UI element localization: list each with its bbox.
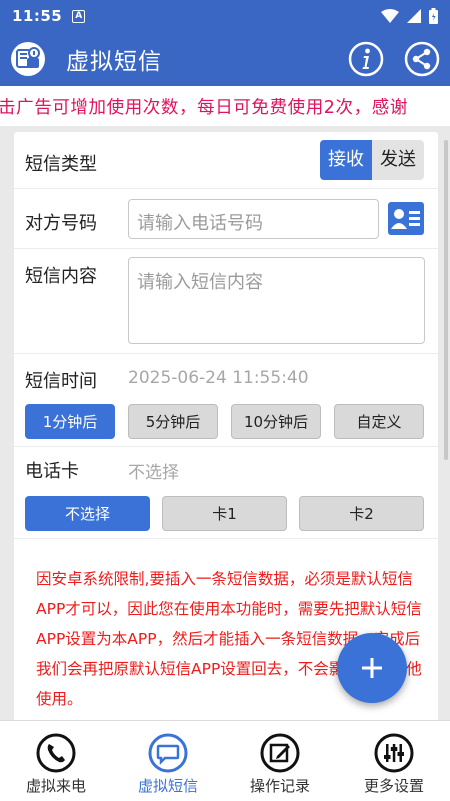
add-fab-button[interactable] — [337, 633, 407, 703]
nav-label: 虚拟短信 — [137, 777, 198, 795]
nav-label: 操作记录 — [249, 777, 310, 795]
bottom-navigation: 虚拟来电 虚拟短信 操作记录 更多设置 — [0, 720, 450, 801]
wifi-icon — [381, 9, 399, 23]
sim-option-card2[interactable]: 卡2 — [299, 496, 424, 531]
content-label: 短信内容 — [25, 266, 97, 287]
edit-icon — [260, 733, 300, 773]
info-icon[interactable] — [348, 41, 384, 77]
marquee-text: 击广告可增加使用次数，每日可免费使用2次，感谢 — [0, 98, 408, 118]
share-icon[interactable] — [404, 41, 440, 77]
sms-type-label: 短信类型 — [25, 154, 97, 175]
content-textarea[interactable]: 请输入短信内容 — [128, 257, 425, 344]
message-icon — [148, 733, 188, 773]
ad-marquee[interactable]: 击广告可增加使用次数，每日可免费使用2次，感谢 — [0, 86, 450, 126]
time-value[interactable]: 2025-06-24 11:55:40 — [128, 368, 309, 388]
sms-type-send-button[interactable]: 发送 — [372, 140, 424, 180]
divider — [14, 188, 438, 189]
app-bar: 虚拟短信 — [0, 32, 450, 86]
phone-input[interactable]: 请输入电话号码 — [128, 199, 379, 239]
time-preset-10min[interactable]: 10分钟后 — [231, 404, 321, 439]
settings-icon — [374, 733, 414, 773]
sim-label: 电话卡 — [25, 461, 79, 482]
content-placeholder: 请输入短信内容 — [137, 272, 263, 293]
sim-option-none[interactable]: 不选择 — [25, 496, 150, 531]
time-preset-custom[interactable]: 自定义 — [334, 404, 424, 439]
divider — [14, 446, 438, 447]
time-preset-5min[interactable]: 5分钟后 — [128, 404, 218, 439]
nav-item-fake-call[interactable]: 虚拟来电 — [0, 721, 112, 801]
signal-icon — [407, 9, 421, 23]
nav-item-history[interactable]: 操作记录 — [224, 721, 336, 801]
status-time: 11:55 — [12, 7, 63, 25]
phone-placeholder: 请输入电话号码 — [137, 213, 263, 234]
notification-icon: A — [72, 9, 86, 23]
divider — [14, 248, 438, 249]
phone-icon — [36, 733, 76, 773]
phone-label: 对方号码 — [25, 213, 97, 234]
sim-option-card1[interactable]: 卡1 — [162, 496, 287, 531]
divider — [14, 538, 438, 539]
sms-type-toggle: 接收 发送 — [320, 140, 424, 180]
status-bar: 11:55 A — [0, 0, 450, 32]
divider — [14, 353, 438, 354]
contact-card-icon[interactable] — [388, 202, 424, 235]
nav-item-fake-sms[interactable]: 虚拟短信 — [112, 721, 224, 801]
nav-label: 虚拟来电 — [25, 777, 86, 795]
sms-type-receive-button[interactable]: 接收 — [320, 140, 372, 180]
nav-item-settings[interactable]: 更多设置 — [338, 721, 450, 801]
battery-icon — [429, 8, 438, 24]
sms-logo-icon — [11, 42, 45, 76]
plus-icon — [362, 658, 382, 678]
page-title: 虚拟短信 — [66, 49, 162, 75]
sim-value: 不选择 — [128, 463, 179, 483]
time-label: 短信时间 — [25, 371, 97, 392]
scrollbar[interactable] — [444, 140, 448, 460]
time-preset-1min[interactable]: 1分钟后 — [25, 404, 115, 439]
nav-label: 更多设置 — [363, 777, 424, 795]
